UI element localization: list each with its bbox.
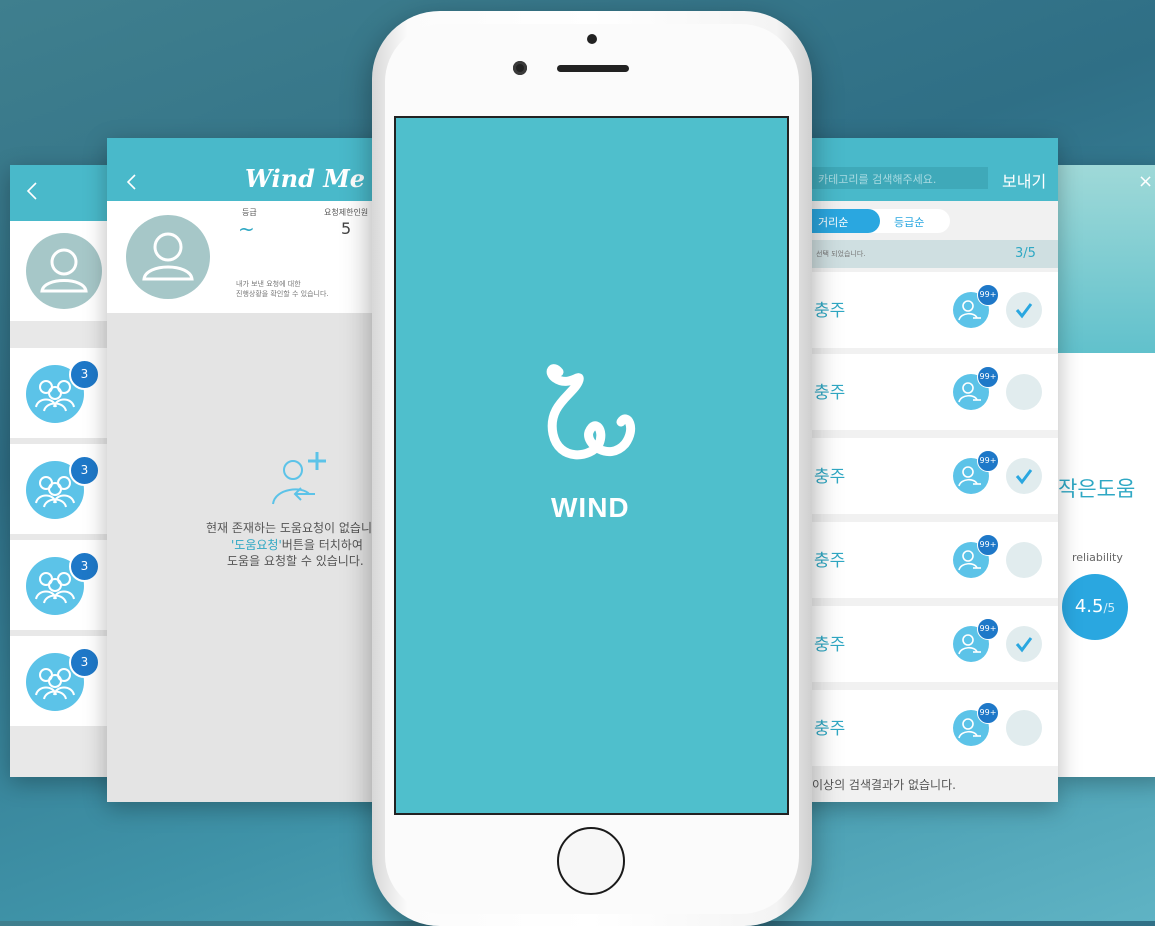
group-count-badge: 3 [69, 647, 100, 678]
phone-sensor [587, 34, 597, 44]
send-button[interactable]: 보내기 [1002, 168, 1046, 192]
reliability-label: reliability [1072, 551, 1123, 564]
group-count-badge: 3 [69, 455, 100, 486]
user-icon [40, 248, 88, 293]
close-icon[interactable]: × [1138, 171, 1153, 192]
helper-count-badge: 99+ [977, 450, 999, 472]
empty-state-text: 현재 존재하는 도움요청이 없습니 [206, 521, 373, 535]
helper-count-badge: 99+ [977, 284, 999, 306]
chevron-left-icon [26, 182, 37, 200]
help-request-screen: Wind Me 등급 ~ 요청제한인원 5 내가 보낸 요청에 대한 진행상황을… [107, 138, 397, 802]
back-button[interactable] [24, 179, 48, 207]
add-help-request-icon[interactable] [267, 446, 331, 510]
group-count-badge: 3 [69, 551, 100, 582]
check-icon [1015, 469, 1033, 485]
group-item[interactable]: 3 [10, 636, 120, 726]
helper-location: 충주 [814, 719, 846, 739]
empty-state-text-rest: 버튼을 터치하여 [281, 538, 363, 552]
helper-row[interactable]: 충주 99+ [790, 606, 1058, 682]
chevron-left-icon [126, 174, 136, 190]
select-checkbox[interactable] [1006, 292, 1042, 328]
group-item[interactable]: 3 [10, 444, 120, 534]
avatar[interactable] [26, 233, 102, 309]
app-logo: Wind Me [245, 164, 366, 193]
brand-name: WIND [551, 492, 630, 523]
select-checkbox[interactable] [1006, 542, 1042, 578]
helper-location: 충주 [814, 635, 846, 655]
profile-note: 진행상황을 확인할 수 있습니다. [236, 290, 329, 298]
limit-label: 요청제한인원 [324, 208, 369, 217]
back-button[interactable] [125, 172, 145, 196]
helper-count-badge: 99+ [977, 534, 999, 556]
sort-toggle: 거리순 등급순 [790, 209, 950, 233]
profile-card [10, 221, 120, 321]
select-checkbox[interactable] [1006, 458, 1042, 494]
helper-location: 충주 [814, 551, 846, 571]
reliability-score: 4.5 [1074, 596, 1104, 617]
category-search-input[interactable]: 카테고리를 검색해주세요. [790, 167, 988, 189]
sort-grade-button[interactable]: 등급순 [894, 214, 924, 230]
front-camera-icon [513, 61, 527, 75]
empty-state-text: '도움요청'버튼을 터치하여 [231, 536, 363, 553]
user-icon [142, 232, 194, 281]
select-checkbox[interactable] [1006, 374, 1042, 410]
check-icon [1015, 303, 1033, 319]
helper-location: 충주 [814, 383, 846, 403]
phone-speaker [557, 65, 629, 72]
empty-state-text: 도움을 요청할 수 있습니다. [227, 554, 364, 568]
helper-count-badge: 99+ [977, 366, 999, 388]
header-bar: Wind Me [107, 138, 397, 201]
helper-count-badge: 99+ [977, 618, 999, 640]
limit-value: 5 [341, 219, 352, 238]
select-checkbox[interactable] [1006, 626, 1042, 662]
avatar[interactable] [126, 215, 210, 299]
profile-card: 등급 ~ 요청제한인원 5 내가 보낸 요청에 대한 진행상황을 확인할 수 있… [107, 201, 397, 313]
selection-bar: 선택 되었습니다. 3/5 [790, 240, 1058, 268]
group-item[interactable]: 3 [10, 540, 120, 630]
reliability-score-badge: 4.5/5 [1062, 574, 1128, 640]
helper-location: 충주 [814, 467, 846, 487]
group-list-screen: 3 3 3 3 [10, 165, 120, 777]
group-item[interactable]: 3 [10, 348, 120, 438]
group-count-badge: 3 [69, 359, 100, 390]
help-request-link[interactable]: '도움요청' [231, 538, 282, 552]
helper-row[interactable]: 충주 99+ [790, 690, 1058, 766]
header-bar: × [1058, 165, 1155, 353]
splash-screen: WIND [394, 116, 789, 815]
header-bar: 카테고리를 검색해주세요. 보내기 [790, 138, 1058, 201]
profile-note: 내가 보낸 요청에 대한 [236, 280, 301, 288]
search-footer: 이상의 검색결과가 없습니다. [812, 778, 956, 792]
helper-row[interactable]: 충주 99+ [790, 522, 1058, 598]
detail-title: 작은도움 [1058, 477, 1136, 501]
check-icon [1015, 637, 1033, 653]
helper-row[interactable]: 충주 99+ [790, 272, 1058, 348]
select-checkbox[interactable] [1006, 710, 1042, 746]
wind-logo-icon [546, 364, 636, 460]
helper-location: 충주 [814, 301, 846, 321]
helper-search-screen: 카테고리를 검색해주세요. 보내기 거리순 등급순 선택 되었습니다. 3/5 … [790, 138, 1058, 802]
detail-screen: × 작은도움 reliability 4.5/5 [1058, 165, 1155, 777]
helper-row[interactable]: 충주 99+ [790, 438, 1058, 514]
selected-count: 3/5 [1015, 246, 1036, 261]
home-button[interactable] [557, 827, 625, 895]
header-bar [10, 165, 120, 221]
helper-count-badge: 99+ [977, 702, 999, 724]
helper-row[interactable]: 충주 99+ [790, 354, 1058, 430]
reliability-score-max: /5 [1103, 601, 1116, 615]
grade-value: ~ [238, 217, 255, 241]
